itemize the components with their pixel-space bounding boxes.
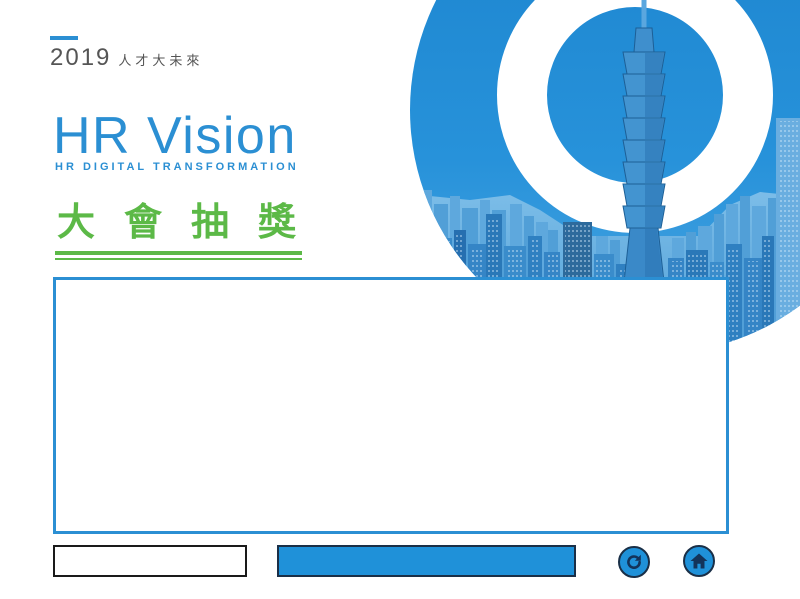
tower-segment-shade (645, 53, 664, 73)
year-label: 2019 (50, 44, 112, 71)
tower-segment (622, 117, 666, 141)
tower-segment (622, 73, 666, 97)
tower-segment (622, 183, 666, 207)
home-button[interactable] (683, 545, 715, 577)
draw-button[interactable] (277, 545, 576, 577)
background-building (768, 198, 778, 354)
white-ring (497, 0, 773, 233)
building-windows (764, 239, 772, 354)
building-windows (728, 247, 740, 354)
tower-spire (641, 0, 647, 28)
refresh-icon (627, 554, 641, 569)
event-year-heading: 2019 人才大未來 (50, 46, 203, 70)
building (762, 236, 774, 354)
tower-segment-shade (645, 119, 664, 139)
background-building (752, 206, 766, 354)
tower-segment (622, 139, 666, 163)
tower-segment (622, 205, 666, 229)
building (744, 258, 762, 354)
title-underline-thin (55, 258, 302, 260)
tagline: 人才大未來 (118, 54, 204, 69)
background-building (740, 196, 750, 354)
tower-segment-shade (645, 207, 664, 227)
tower-segment-shade (645, 75, 664, 95)
tower-segment (622, 95, 666, 119)
logo-subtitle: HR DIGITAL TRANSFORMATION (55, 161, 299, 173)
building (776, 118, 800, 354)
tower-crown (633, 27, 655, 53)
tower-segment-shade (645, 97, 664, 117)
year-accent-bar (50, 36, 78, 40)
draw-input[interactable] (53, 545, 247, 577)
lottery-display-panel (53, 277, 729, 534)
tower-segment-shade (645, 163, 664, 183)
taipei-101-tower (621, 0, 667, 301)
tower-segment-shade (645, 141, 664, 161)
tower-segment-shade (645, 185, 664, 205)
building-windows (778, 121, 800, 354)
tower-segment (622, 51, 666, 75)
refresh-button[interactable] (618, 546, 650, 578)
building-windows (746, 261, 760, 354)
tower-segment (622, 161, 666, 185)
home-icon (690, 553, 708, 569)
hr-vision-logo: HR Vision (53, 107, 297, 165)
page-title: 大會抽獎 (57, 200, 326, 244)
title-underline-thick (55, 251, 302, 255)
